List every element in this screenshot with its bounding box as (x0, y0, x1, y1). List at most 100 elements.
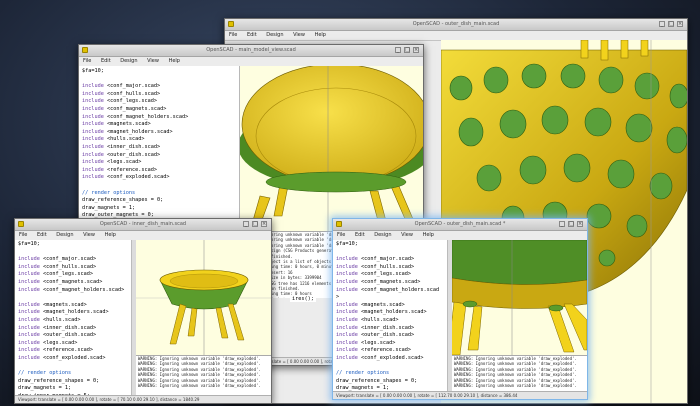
3d-viewport[interactable] (240, 66, 423, 231)
code-line[interactable]: include <hulls.scad> (333, 317, 451, 325)
menu-design[interactable]: Design (56, 232, 73, 238)
code-line[interactable]: > (333, 294, 451, 302)
titlebar[interactable]: OpenSCAD - outer_dish_main.scad _ □ × (225, 19, 687, 31)
code-line[interactable]: // render options (15, 370, 135, 378)
menu-file[interactable]: File (83, 58, 91, 64)
menu-edit[interactable]: Edit (37, 232, 47, 238)
minimize-icon[interactable]: _ (395, 47, 401, 53)
code-line[interactable] (79, 76, 239, 84)
code-line[interactable]: draw_reference_shapes = 0; (333, 378, 451, 386)
code-line[interactable] (15, 363, 135, 371)
code-line[interactable]: include <inner_dish.scad> (79, 144, 239, 152)
code-line[interactable]: include <inner_dish.scad> (333, 325, 451, 333)
code-line[interactable]: include <conf_magnets.scad> (15, 279, 135, 287)
code-line[interactable]: include <legs.scad> (79, 159, 239, 167)
menu-edit[interactable]: Edit (101, 58, 111, 64)
code-line[interactable]: include <conf_magnet_holders.scad (333, 287, 451, 295)
code-line[interactable]: include <magnets.scad> (333, 302, 451, 310)
menu-edit[interactable]: Edit (247, 32, 257, 38)
menu-help[interactable]: Help (423, 232, 434, 238)
code-line[interactable]: include <conf_major.scad> (15, 256, 135, 264)
code-line[interactable]: include <reference.scad> (79, 167, 239, 175)
code-line[interactable]: include <conf_hulls.scad> (79, 91, 239, 99)
minimize-icon[interactable]: _ (659, 21, 665, 27)
code-line[interactable]: include <conf_legs.scad> (333, 271, 451, 279)
close-icon[interactable]: × (577, 221, 583, 227)
titlebar[interactable]: OpenSCAD - outer_dish_main.scad * _ □ × (333, 219, 587, 231)
code-line[interactable]: include <hulls.scad> (79, 136, 239, 144)
maximize-icon[interactable]: □ (668, 21, 674, 27)
code-line[interactable]: include <conf_exploded.scad> (333, 355, 451, 363)
code-line[interactable]: include <conf_major.scad> (79, 83, 239, 91)
code-editor[interactable]: $fa=10; include <conf_major.scad> include … (333, 240, 452, 399)
code-line[interactable]: draw_reference_shapes = 0; (15, 378, 135, 386)
menu-view[interactable]: View (401, 232, 413, 238)
code-line[interactable] (333, 363, 451, 371)
code-line[interactable]: include <outer_dish.scad> (15, 332, 135, 340)
code-line[interactable]: include <conf_legs.scad> (15, 271, 135, 279)
code-line[interactable]: include <conf_legs.scad> (79, 98, 239, 106)
minimize-icon[interactable]: _ (559, 221, 565, 227)
menu-help[interactable]: Help (315, 32, 326, 38)
menu-help[interactable]: Help (169, 58, 180, 64)
maximize-icon[interactable]: □ (404, 47, 410, 53)
code-editor[interactable]: $fa=10; include <conf_major.scad> include … (15, 240, 136, 403)
code-line[interactable]: include <magnet_holders.scad> (79, 129, 239, 137)
code-line[interactable] (333, 249, 451, 257)
menu-edit[interactable]: Edit (355, 232, 365, 238)
code-line[interactable]: $fa=10; (333, 241, 451, 249)
code-line[interactable]: $fa=10; (79, 68, 239, 76)
menu-design[interactable]: Design (120, 58, 137, 64)
code-line[interactable]: include <legs.scad> (15, 340, 135, 348)
code-line[interactable]: include <magnets.scad> (15, 302, 135, 310)
menu-view[interactable]: View (293, 32, 305, 38)
code-line[interactable]: // render options (79, 190, 239, 198)
titlebar[interactable]: OpenSCAD - inner_dish_main.scad _ □ × (15, 219, 271, 231)
minimize-icon[interactable]: _ (243, 221, 249, 227)
code-line[interactable]: draw_magnets = 1; (79, 205, 239, 213)
code-line[interactable]: include <conf_hulls.scad> (333, 264, 451, 272)
code-line[interactable]: draw_reference_shapes = 0; (79, 197, 239, 205)
menu-file[interactable]: File (337, 232, 345, 238)
code-line[interactable]: include <conf_magnet_holders.scad> (79, 114, 239, 122)
code-line[interactable]: include <hulls.scad> (15, 317, 135, 325)
3d-viewport[interactable] (136, 240, 271, 355)
maximize-icon[interactable]: □ (568, 221, 574, 227)
window-front-left[interactable]: OpenSCAD - inner_dish_main.scad _ □ × Fi… (14, 218, 272, 404)
code-line[interactable]: include <conf_exploded.scad> (79, 174, 239, 182)
maximize-icon[interactable]: □ (252, 221, 258, 227)
code-line[interactable]: include <reference.scad> (333, 347, 451, 355)
menu-file[interactable]: File (19, 232, 27, 238)
code-line[interactable]: draw_magnets = 1; (15, 385, 135, 393)
code-line[interactable]: include <conf_magnets.scad> (79, 106, 239, 114)
menu-file[interactable]: File (229, 32, 237, 38)
code-line[interactable]: include <legs.scad> (333, 340, 451, 348)
code-line[interactable] (79, 182, 239, 190)
code-line[interactable]: include <outer_dish.scad> (79, 152, 239, 160)
code-line[interactable]: include <reference.scad> (15, 347, 135, 355)
code-line[interactable]: include <conf_magnet_holders.scad> (15, 287, 135, 295)
code-line[interactable]: include <magnets.scad> (79, 121, 239, 129)
close-icon[interactable]: × (413, 47, 419, 53)
3d-viewport[interactable] (452, 240, 587, 355)
menu-design[interactable]: Design (266, 32, 283, 38)
menu-view[interactable]: View (147, 58, 159, 64)
window-front-right[interactable]: OpenSCAD - outer_dish_main.scad * _ □ × … (332, 218, 588, 400)
code-line[interactable]: include <conf_magnets.scad> (333, 279, 451, 287)
code-line[interactable]: include <outer_dish.scad> (333, 332, 451, 340)
code-line[interactable] (15, 249, 135, 257)
code-line[interactable]: $fa=10; (15, 241, 135, 249)
code-line[interactable] (15, 294, 135, 302)
menu-help[interactable]: Help (105, 232, 116, 238)
code-line[interactable]: include <magnet_holders.scad> (15, 309, 135, 317)
code-line[interactable]: include <conf_major.scad> (333, 256, 451, 264)
close-icon[interactable]: × (261, 221, 267, 227)
menu-design[interactable]: Design (374, 232, 391, 238)
menu-view[interactable]: View (83, 232, 95, 238)
close-icon[interactable]: × (677, 21, 683, 27)
code-line[interactable]: // render options (333, 370, 451, 378)
code-line[interactable]: include <inner_dish.scad> (15, 325, 135, 333)
code-line[interactable]: include <magnet_holders.scad> (333, 309, 451, 317)
code-line[interactable]: include <conf_hulls.scad> (15, 264, 135, 272)
titlebar[interactable]: OpenSCAD - main_model_view.scad _ □ × (79, 45, 423, 57)
